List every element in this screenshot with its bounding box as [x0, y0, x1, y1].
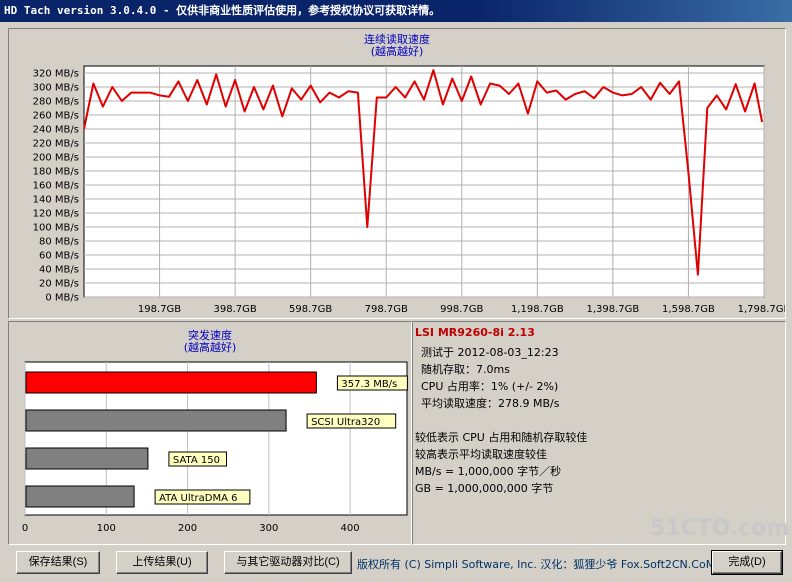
x-tick-label: 1,798.7GB — [738, 304, 785, 315]
y-tick-label: 220 MB/s — [33, 139, 79, 150]
x-tick-label: 398.7GB — [213, 304, 256, 315]
burst-bar — [25, 447, 149, 470]
y-tick-label: 180 MB/s — [33, 167, 79, 178]
y-tick-label: 60 MB/s — [39, 251, 79, 262]
y-tick-label: 120 MB/s — [33, 209, 79, 220]
note-mbs-definition: MB/s = 1,000,000 字节／秒 — [415, 465, 562, 478]
y-tick-label: 200 MB/s — [33, 153, 79, 164]
burst-bar-label: 357.3 MB/s — [341, 379, 397, 390]
burst-bar — [25, 371, 317, 394]
burst-speed-chart: 0 100 200 300 400 357.3 MB/s SCSI Ultra320 SATA… — [22, 361, 408, 534]
burst-speed-panel: 突发速度 (越高越好) 0 100 200 300 400 357.3 MB/s SCSI … — [8, 321, 412, 545]
y-tick-label: 40 MB/s — [39, 265, 79, 276]
copyright-text: 版权所有 (C) Simpli Software, Inc. 汉化：狐狸少爷 F… — [357, 558, 716, 571]
note-higher-better: 较高表示平均读取速度较佳 — [415, 448, 547, 461]
y-tick-label: 320 MB/s — [33, 69, 79, 80]
x-tick-label: 198.7GB — [138, 304, 181, 315]
window-title: HD Tach version 3.0.4.0 - 仅供非商业性质评估使用，参考… — [4, 4, 441, 17]
y-tick-label: 0 MB/s — [45, 293, 79, 304]
burst-bar-label: SCSI Ultra320 — [311, 417, 380, 428]
cpu-utilization: CPU 占用率：1% (+/- 2%) — [421, 380, 559, 393]
x-tick-label: 798.7GB — [365, 304, 408, 315]
burst-x-tick-label: 100 — [97, 523, 116, 534]
note-gb-definition: GB = 1,000,000,000 字节 — [415, 482, 554, 495]
y-tick-label: 300 MB/s — [33, 83, 79, 94]
window-title-bar: HD Tach version 3.0.4.0 - 仅供非商业性质评估使用，参考… — [0, 0, 792, 22]
y-tick-label: 280 MB/s — [33, 97, 79, 108]
note-lower-better: 较低表示 CPU 占用和随机存取较佳 — [415, 431, 588, 444]
burst-bar-label: SATA 150 — [173, 455, 220, 466]
sequential-read-chart: 320 MB/s 300 MB/s 280 MB/s 260 MB/s 240 MB/s… — [33, 65, 785, 315]
random-access: 随机存取：7.0ms — [421, 363, 510, 376]
x-tick-label: 1,398.7GB — [586, 304, 639, 315]
y-tick-label: 160 MB/s — [33, 181, 79, 192]
results-info-panel: LSI MR9260-8i 2.13 测试于 2012-08-03_12:23 … — [412, 321, 786, 545]
y-tick-label: 20 MB/s — [39, 279, 79, 290]
watermark-text: 51CTO.com — [650, 516, 790, 541]
burst-x-tick-label: 400 — [341, 523, 360, 534]
x-tick-label: 1,598.7GB — [662, 304, 715, 315]
y-tick-label: 100 MB/s — [33, 223, 79, 234]
save-results-button[interactable]: 保存结果(S) — [16, 551, 100, 574]
x-tick-label: 1,198.7GB — [511, 304, 564, 315]
upload-results-button[interactable]: 上传结果(U) — [116, 551, 208, 574]
device-name: LSI MR9260-8i 2.13 — [415, 326, 535, 339]
sequential-read-panel: 连续读取速度 (越高越好) 320 MB/s 300 MB/s 280 MB/s 26… — [8, 28, 786, 319]
burst-x-tick-label: 300 — [259, 523, 278, 534]
y-tick-label: 260 MB/s — [33, 111, 79, 122]
y-tick-label: 80 MB/s — [39, 237, 79, 248]
test-date: 测试于 2012-08-03_12:23 — [421, 346, 559, 359]
y-tick-label: 240 MB/s — [33, 125, 79, 136]
burst-bar — [25, 485, 135, 508]
burst-bar — [25, 409, 287, 432]
burst-bar-label: ATA UltraDMA 6 — [159, 493, 237, 504]
burst-x-tick-label: 200 — [178, 523, 197, 534]
done-button[interactable]: 完成(D) — [711, 550, 783, 575]
x-tick-label: 598.7GB — [289, 304, 332, 315]
burst-x-tick-label: 0 — [22, 523, 28, 534]
compare-drives-button[interactable]: 与其它驱动器对比(C) — [224, 551, 352, 574]
y-tick-label: 140 MB/s — [33, 195, 79, 206]
average-read: 平均读取速度：278.9 MB/s — [421, 397, 560, 410]
x-tick-label: 998.7GB — [440, 304, 483, 315]
